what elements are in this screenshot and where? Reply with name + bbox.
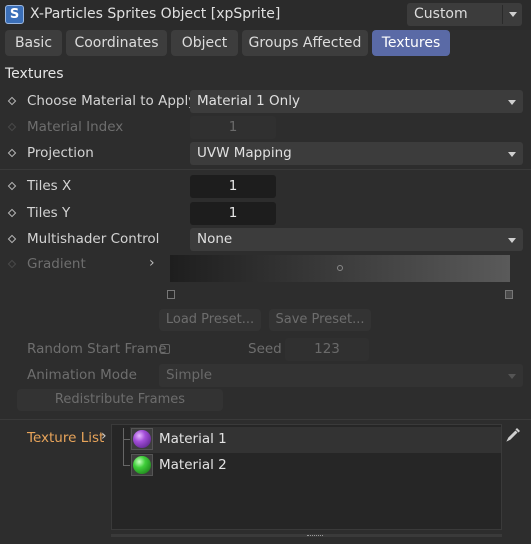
tab-textures[interactable]: Textures [372, 30, 450, 56]
mode-dropdown[interactable]: Custom [407, 3, 522, 26]
animation-mode-value: Simple [166, 367, 213, 383]
choose-material-label: Choose Material to Apply [27, 93, 197, 109]
tab-object[interactable]: Object [171, 30, 238, 56]
chevron-right-icon[interactable]: › [101, 428, 107, 444]
choose-material-value: Material 1 Only [197, 93, 300, 109]
resize-grip-icon[interactable] [307, 535, 323, 538]
projection-label: Projection [27, 145, 94, 161]
section-title: Textures [5, 66, 64, 82]
seed-field: 123 [285, 338, 369, 361]
texture-item-label: Material 1 [159, 431, 227, 447]
tiles-y-field[interactable]: 1 [190, 202, 276, 225]
mode-dropdown-value: Custom [414, 6, 468, 22]
dropdown-separator [502, 5, 503, 24]
eyedropper-icon[interactable] [506, 426, 522, 442]
load-preset-button[interactable]: Load Preset... [159, 309, 261, 331]
material-1-swatch [133, 430, 151, 448]
save-preset-button[interactable]: Save Preset... [269, 309, 371, 331]
gradient-knot-left[interactable] [167, 290, 175, 299]
material-index-label: Material Index [27, 119, 124, 135]
chevron-down-icon [508, 238, 516, 243]
multishader-value: None [197, 231, 233, 247]
tree-connector [123, 465, 130, 466]
material-index-field: 1 [190, 116, 276, 139]
material-2-swatch [133, 456, 151, 474]
random-start-frame-label: Random Start Frame [27, 341, 167, 357]
gradient-knot-right[interactable] [505, 290, 513, 299]
gradient-label: Gradient [27, 256, 86, 272]
tree-connector [123, 439, 130, 440]
keyframe-diamond-icon[interactable] [7, 96, 17, 106]
tiles-x-field[interactable]: 1 [190, 175, 276, 198]
sprite-object-icon: S [5, 5, 24, 24]
divider [0, 419, 531, 420]
texture-list-label: Texture List [27, 430, 105, 446]
multishader-label: Multishader Control [27, 231, 160, 247]
chevron-down-icon [508, 100, 516, 105]
tiles-y-label: Tiles Y [27, 205, 71, 221]
chevron-down-icon [508, 152, 516, 157]
texture-item-label: Material 2 [159, 457, 227, 473]
tiles-x-label: Tiles X [27, 178, 72, 194]
choose-material-dropdown[interactable]: Material 1 Only [190, 90, 523, 113]
keyframe-diamond-icon[interactable] [7, 181, 17, 191]
projection-dropdown[interactable]: UVW Mapping [190, 142, 523, 165]
tab-coordinates[interactable]: Coordinates [66, 30, 167, 56]
keyframe-diamond-icon [7, 122, 17, 132]
keyframe-diamond-icon [7, 259, 17, 269]
tree-connector [123, 428, 124, 465]
seed-label: Seed [248, 341, 282, 357]
tab-groups-affected[interactable]: Groups Affected [242, 30, 368, 56]
animation-mode-label: Animation Mode [27, 367, 137, 383]
projection-value: UVW Mapping [197, 145, 292, 161]
chevron-right-icon[interactable]: › [149, 255, 155, 271]
tab-basic[interactable]: Basic [5, 30, 62, 56]
keyframe-diamond-icon[interactable] [7, 234, 17, 244]
redistribute-frames-button[interactable]: Redistribute Frames [17, 389, 223, 411]
chevron-down-icon [508, 374, 516, 379]
keyframe-diamond-icon[interactable] [7, 208, 17, 218]
gradient-midpoint-handle[interactable] [337, 265, 343, 271]
object-title: X-Particles Sprites Object [xpSprite] [30, 6, 281, 22]
random-start-frame-checkbox[interactable] [160, 344, 170, 354]
animation-mode-dropdown: Simple [159, 364, 523, 387]
divider [0, 169, 531, 170]
multishader-dropdown[interactable]: None [190, 228, 523, 251]
keyframe-diamond-icon[interactable] [7, 148, 17, 158]
chevron-down-icon [509, 12, 517, 17]
